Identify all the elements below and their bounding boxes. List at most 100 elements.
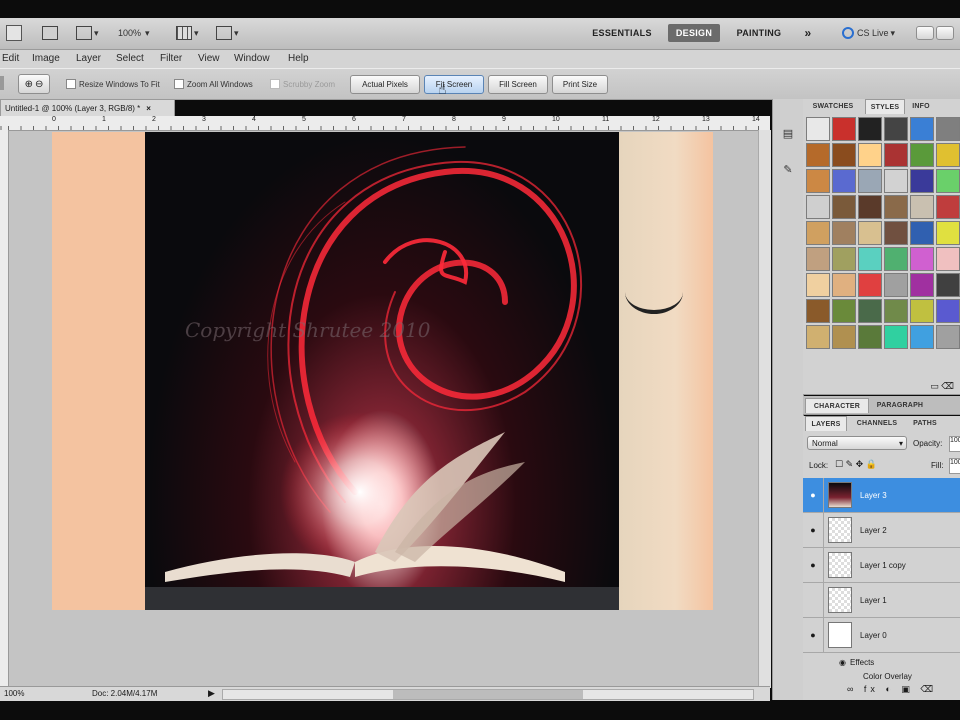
layer-panel-buttons[interactable]: ∞ fx ◐ ▣ ⌫: [847, 684, 937, 695]
style-preset-swatch[interactable]: [910, 221, 934, 245]
close-tab-icon[interactable]: ×: [146, 104, 151, 113]
style-preset-swatch[interactable]: [832, 117, 856, 141]
actions-panel-icon[interactable]: ✎: [778, 159, 798, 179]
color-overlay-effect[interactable]: Color Overlay: [863, 672, 912, 681]
tab-paths[interactable]: PATHS: [907, 416, 943, 430]
tab-channels[interactable]: CHANNELS: [849, 416, 905, 430]
style-preset-swatch[interactable]: [884, 195, 908, 219]
style-preset-swatch[interactable]: [858, 273, 882, 297]
menu-filter[interactable]: Filter: [160, 53, 182, 64]
scroll-thumb[interactable]: [393, 690, 583, 699]
cs-live-menu[interactable]: CS Live ▾: [842, 24, 895, 42]
fill-field[interactable]: 100%: [949, 458, 960, 474]
visibility-eye-icon[interactable]: [803, 583, 824, 617]
style-preset-swatch[interactable]: [832, 169, 856, 193]
style-preset-swatch[interactable]: [858, 247, 882, 271]
fit-screen-button[interactable]: Fit Screen: [424, 75, 484, 94]
actual-pixels-button[interactable]: Actual Pixels: [350, 75, 420, 94]
opacity-field[interactable]: 100%: [949, 436, 960, 452]
style-preset-swatch[interactable]: [858, 221, 882, 245]
zoom-tool-buttons[interactable]: ⊕ ⊖: [18, 74, 50, 94]
style-preset-swatch[interactable]: [832, 325, 856, 349]
layer-row-layer-3[interactable]: ● Layer 3: [803, 478, 960, 513]
zoom-in-icon[interactable]: ⊕: [25, 79, 33, 90]
style-preset-swatch[interactable]: [910, 143, 934, 167]
tab-info[interactable]: INFO: [907, 99, 935, 113]
style-preset-swatch[interactable]: [936, 117, 960, 141]
status-zoom[interactable]: 100%: [4, 689, 24, 698]
restore-button[interactable]: [936, 24, 954, 42]
style-preset-swatch[interactable]: [806, 273, 830, 297]
history-panel-icon[interactable]: ▤: [778, 123, 798, 143]
menu-window[interactable]: Window: [234, 53, 270, 64]
style-preset-swatch[interactable]: [858, 195, 882, 219]
print-size-button[interactable]: Print Size: [552, 75, 608, 94]
style-preset-swatch[interactable]: [936, 299, 960, 323]
minimize-button[interactable]: [916, 24, 934, 42]
style-preset-swatch[interactable]: [936, 195, 960, 219]
doc-size-info[interactable]: Doc: 2.04M/4.17M: [92, 689, 157, 698]
style-preset-swatch[interactable]: [832, 273, 856, 297]
zoom-level-dropdown[interactable]: 100% ▾: [118, 24, 150, 42]
style-preset-swatch[interactable]: [806, 247, 830, 271]
style-preset-swatch[interactable]: [910, 299, 934, 323]
image-canvas[interactable]: Copyright Shrutee 2010: [52, 132, 713, 610]
layer-row-layer-1-copy[interactable]: ● Layer 1 copy: [803, 548, 960, 583]
style-preset-swatch[interactable]: [806, 143, 830, 167]
layer-row-layer-0[interactable]: ● Layer 0: [803, 618, 960, 653]
style-preset-swatch[interactable]: [884, 273, 908, 297]
status-menu-arrow-icon[interactable]: ▶: [208, 688, 215, 699]
visibility-eye-icon[interactable]: ●: [803, 513, 824, 547]
tab-styles[interactable]: STYLES: [865, 99, 905, 114]
style-preset-swatch[interactable]: [884, 169, 908, 193]
style-preset-swatch[interactable]: [884, 299, 908, 323]
workspace-design[interactable]: DESIGN: [668, 24, 720, 42]
style-preset-swatch[interactable]: [806, 299, 830, 323]
effects-row[interactable]: ◉ Effects: [839, 658, 874, 667]
style-preset-swatch[interactable]: [832, 143, 856, 167]
tab-swatches[interactable]: SWATCHES: [805, 99, 861, 113]
menu-edit[interactable]: Edit: [2, 53, 19, 64]
visibility-eye-icon[interactable]: ●: [803, 478, 824, 512]
style-preset-swatch[interactable]: [936, 247, 960, 271]
scrubby-zoom-checkbox[interactable]: Scrubby Zoom: [270, 79, 335, 89]
arrange-documents-icon[interactable]: ▾: [176, 24, 199, 42]
style-preset-swatch[interactable]: [858, 325, 882, 349]
style-preset-swatch[interactable]: [858, 299, 882, 323]
style-preset-swatch[interactable]: [936, 325, 960, 349]
document-tab[interactable]: Untitled-1 @ 100% (Layer 3, RGB/8) * ×: [0, 99, 175, 116]
style-preset-swatch[interactable]: [910, 247, 934, 271]
grip-handle[interactable]: [0, 76, 4, 90]
style-preset-swatch[interactable]: [884, 325, 908, 349]
workspace-overflow-button[interactable]: »: [798, 24, 818, 42]
vertical-scrollbar[interactable]: [758, 130, 771, 688]
style-preset-swatch[interactable]: [884, 143, 908, 167]
workspace-painting[interactable]: PAINTING: [728, 24, 790, 42]
zoom-all-windows-checkbox[interactable]: Zoom All Windows: [174, 79, 253, 89]
tab-layers[interactable]: LAYERS: [805, 416, 847, 431]
layer-row-layer-2[interactable]: ● Layer 2: [803, 513, 960, 548]
visibility-eye-icon[interactable]: ●: [803, 548, 824, 582]
tab-paragraph[interactable]: PARAGRAPH: [869, 398, 931, 412]
style-preset-swatch[interactable]: [832, 195, 856, 219]
style-preset-swatch[interactable]: [806, 169, 830, 193]
bridge-icon[interactable]: [42, 24, 58, 42]
style-preset-swatch[interactable]: [936, 273, 960, 297]
style-preset-swatch[interactable]: [806, 221, 830, 245]
horizontal-scrollbar[interactable]: [222, 689, 754, 700]
style-preset-swatch[interactable]: [884, 117, 908, 141]
blend-mode-dropdown[interactable]: Normal ▾: [807, 436, 907, 450]
style-preset-swatch[interactable]: [884, 221, 908, 245]
fill-screen-button[interactable]: Fill Screen: [488, 75, 548, 94]
menu-help[interactable]: Help: [288, 53, 309, 64]
layer-row-layer-1[interactable]: Layer 1: [803, 583, 960, 618]
menu-select[interactable]: Select: [116, 53, 144, 64]
style-preset-swatch[interactable]: [806, 117, 830, 141]
style-preset-swatch[interactable]: [832, 221, 856, 245]
style-preset-swatch[interactable]: [858, 143, 882, 167]
workspace-essentials[interactable]: ESSENTIALS: [586, 24, 658, 42]
view-extras-icon[interactable]: ▾: [76, 24, 99, 42]
style-preset-swatch[interactable]: [858, 169, 882, 193]
style-preset-swatch[interactable]: [936, 169, 960, 193]
menu-layer[interactable]: Layer: [76, 53, 101, 64]
